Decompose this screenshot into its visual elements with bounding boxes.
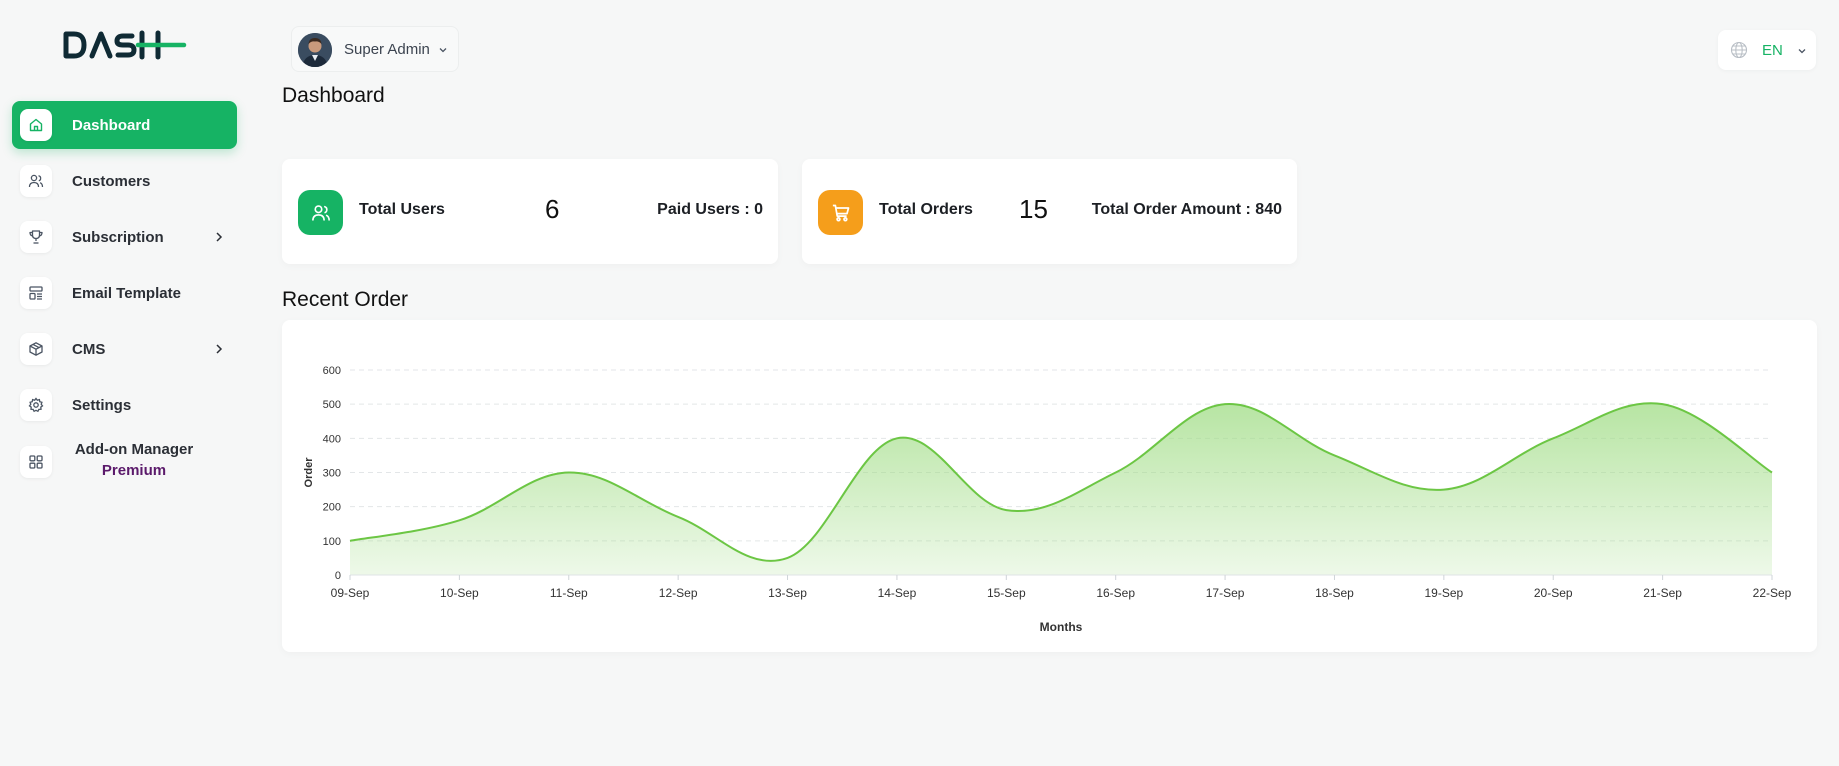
gear-icon: [20, 389, 52, 421]
x-tick-label: 15-Sep: [987, 586, 1026, 600]
page-title: Dashboard: [282, 84, 385, 107]
sidebar-item-label: Settings: [72, 396, 132, 414]
chevron-right-icon: [216, 344, 223, 354]
y-tick-label: 0: [335, 570, 341, 582]
stat-sub: Paid Users : 0: [657, 201, 763, 218]
sidebar-item-label: Add-on Manager: [74, 441, 194, 458]
sidebar-item-cms[interactable]: CMS: [12, 325, 237, 373]
trophy-icon: [20, 221, 52, 253]
y-tick-label: 300: [323, 468, 341, 480]
stat-sub: Total Order Amount : 840: [1091, 201, 1282, 218]
cube-icon: [20, 333, 52, 365]
globe-icon: [1730, 41, 1748, 59]
x-axis-title: Months: [1040, 620, 1083, 634]
home-icon: [20, 109, 52, 141]
recent-order-chart-card: 0 100 200 300 400 500 600 09-Sep 10-Sep 11-Sep 12-…: [282, 320, 1817, 652]
sidebar-item-label: Subscription: [72, 228, 164, 246]
sidebar-item-label: CMS: [72, 340, 106, 358]
stat-label: Total Users: [359, 201, 445, 218]
avatar: [298, 33, 332, 67]
y-tick-label: 400: [323, 433, 341, 445]
sidebar: Dashboard Customers Subscription Email T…: [0, 0, 250, 766]
sidebar-nav: Dashboard Customers Subscription Email T…: [12, 101, 237, 495]
y-tick-label: 500: [323, 399, 341, 411]
stat-value: 15: [1019, 194, 1048, 224]
x-tick-label: 16-Sep: [1096, 586, 1135, 600]
chevron-down-icon: [1798, 49, 1806, 54]
y-tick-label: 100: [323, 536, 341, 548]
template-icon: [20, 277, 52, 309]
sidebar-item-label: Customers: [72, 172, 151, 190]
x-tick-label: 20-Sep: [1534, 586, 1573, 600]
language-code: EN: [1762, 42, 1783, 59]
users-icon: [20, 165, 52, 197]
profile-dropdown[interactable]: Super Admin: [291, 26, 459, 72]
x-tick-label: 13-Sep: [768, 586, 807, 600]
section-title: Recent Order: [282, 288, 409, 311]
y-axis-title: Order: [303, 457, 315, 488]
dash-logo[interactable]: [62, 28, 188, 62]
users-icon: [298, 190, 343, 235]
y-tick-label: 200: [323, 502, 341, 514]
series-area: [350, 403, 1772, 575]
chevron-down-icon: [439, 48, 447, 53]
addon-label-group: Add-on Manager Premium: [69, 439, 199, 481]
stat-value: 6: [545, 194, 560, 224]
sidebar-item-dashboard[interactable]: Dashboard: [12, 101, 237, 149]
language-selector[interactable]: EN: [1718, 30, 1816, 70]
chevron-right-icon: [216, 232, 223, 242]
x-tick-label: 11-Sep: [550, 586, 588, 600]
y-tick-label: 600: [323, 365, 341, 377]
sidebar-item-addon-manager[interactable]: Add-on Manager Premium: [12, 437, 237, 487]
x-tick-label: 18-Sep: [1315, 586, 1354, 600]
total-users-card: Total Users 6 Paid Users : 0: [282, 159, 778, 264]
x-tick-label: 21-Sep: [1643, 586, 1682, 600]
x-tick-label: 10-Sep: [440, 586, 479, 600]
sidebar-item-subscription[interactable]: Subscription: [12, 213, 237, 261]
stat-label: Total Orders: [879, 201, 973, 218]
cart-icon: [818, 190, 863, 235]
grid-icon: [20, 446, 52, 478]
sidebar-item-customers[interactable]: Customers: [12, 157, 237, 205]
user-name: Super Admin: [344, 41, 430, 58]
total-orders-card: Total Orders 15 Total Order Amount : 840: [802, 159, 1297, 264]
sidebar-item-label: Dashboard: [72, 116, 151, 134]
sidebar-item-label: Email Template: [72, 284, 181, 302]
x-tick-label: 09-Sep: [331, 586, 370, 600]
x-tick-label: 14-Sep: [878, 586, 917, 600]
x-tick-label: 17-Sep: [1206, 586, 1245, 600]
x-tick-label: 12-Sep: [659, 586, 698, 600]
sidebar-item-settings[interactable]: Settings: [12, 381, 237, 429]
x-tick-label: 19-Sep: [1424, 586, 1463, 600]
x-tick-label: 22-Sep: [1753, 586, 1792, 600]
recent-order-chart: 0 100 200 300 400 500 600 09-Sep 10-Sep 11-Sep 12-…: [303, 365, 1792, 634]
premium-badge: Premium: [101, 462, 167, 479]
sidebar-item-email-template[interactable]: Email Template: [12, 269, 237, 317]
